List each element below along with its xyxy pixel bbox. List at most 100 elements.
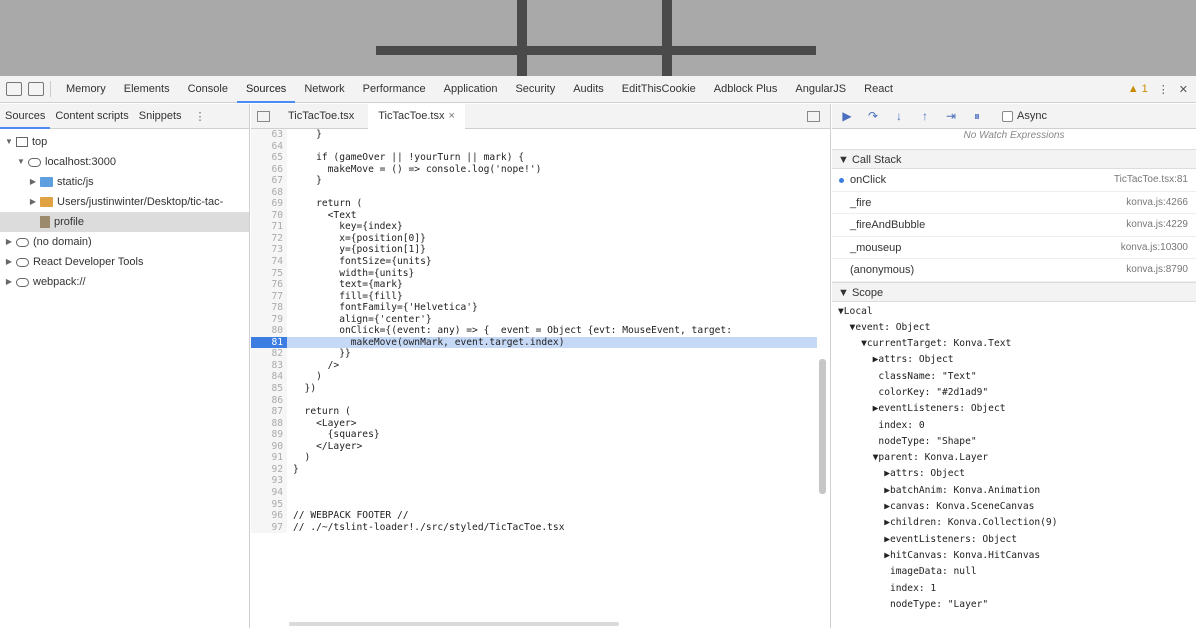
scope-entry[interactable]: ▶batchAnim: Konva.Animation [838, 483, 1196, 499]
scope-header[interactable]: ▼ Scope [832, 281, 1196, 302]
async-toggle[interactable]: Async [1002, 110, 1047, 122]
tree-item[interactable]: ▶ webpack:// [0, 272, 249, 292]
step-out-icon[interactable]: ↑ [918, 109, 932, 123]
close-tab-icon[interactable]: × [448, 110, 454, 122]
tab-console[interactable]: Console [179, 76, 237, 103]
scope-entry[interactable]: ▶eventListeners: Object [838, 401, 1196, 417]
scope-entry[interactable]: ▼event: Object [838, 320, 1196, 336]
line-number[interactable]: 82 [251, 348, 287, 360]
expand-triangle-icon[interactable]: ▶ [4, 232, 14, 252]
scope-entry[interactable]: ▶children: Konva.Collection(9) [838, 515, 1196, 531]
line-number[interactable]: 78 [251, 302, 287, 314]
frame-location-link[interactable]: konva.js:8790 [1126, 259, 1188, 281]
more-options-icon[interactable]: ⋮ [1158, 83, 1169, 96]
expand-triangle-icon[interactable]: ▶ [4, 252, 14, 272]
editor-scrollbar[interactable] [819, 359, 826, 494]
deactivate-breakpoints-icon[interactable]: ⇥ [944, 109, 958, 123]
tab-content-scripts[interactable]: Content scripts [50, 104, 133, 129]
scope-entry[interactable]: ▼Local [838, 304, 1196, 320]
line-number[interactable]: 65 [251, 152, 287, 164]
warning-count-badge[interactable]: ▲ 1 [1128, 83, 1148, 95]
toggle-debugger-icon[interactable] [807, 110, 820, 122]
line-number[interactable]: 74 [251, 256, 287, 268]
line-number[interactable]: 90 [251, 440, 287, 453]
line-number[interactable]: 77 [251, 290, 287, 303]
line-number[interactable]: 79 [251, 313, 287, 326]
line-number[interactable]: 66 [251, 163, 287, 176]
tab-sources[interactable]: Sources [0, 104, 51, 129]
editor-file-tab[interactable]: TicTacToe.tsx × [368, 103, 465, 129]
call-frame[interactable]: onClick TicTacToe.tsx:81 [832, 169, 1196, 192]
call-stack-header[interactable]: ▼ Call Stack [832, 149, 1196, 169]
expand-triangle-icon[interactable]: ▶ [28, 172, 38, 192]
scope-entry[interactable]: ▶attrs: Object [838, 352, 1196, 368]
tab-security[interactable]: Security [506, 76, 564, 103]
tree-item[interactable]: ▶ (no domain) [0, 232, 249, 252]
tab-memory[interactable]: Memory [57, 76, 115, 103]
line-number[interactable]: 71 [251, 221, 287, 233]
tree-item[interactable]: ▼ top [0, 132, 249, 152]
expand-triangle-icon[interactable]: ▼ [4, 132, 14, 152]
editor-file-tab[interactable]: TicTacToe.tsx [278, 104, 368, 129]
tab-application[interactable]: Application [435, 76, 507, 103]
code-view[interactable]: 63 } 64 65 if (gameOver || !yourTurn || ma… [251, 129, 817, 628]
scope-entry[interactable]: imageData: null [838, 564, 1196, 580]
expand-triangle-icon[interactable]: ▼ [16, 152, 26, 172]
scope-entry[interactable]: nodeType: "Shape" [838, 434, 1196, 450]
scope-entry[interactable]: className: "Text" [838, 369, 1196, 385]
resume-icon[interactable]: ▶︎ [840, 109, 854, 123]
line-number[interactable]: 76 [251, 279, 287, 291]
line-number[interactable]: 84 [251, 371, 287, 384]
line-number[interactable]: 63 [251, 129, 287, 141]
frame-location-link[interactable]: konva.js:4266 [1126, 192, 1188, 214]
scope-entry[interactable]: index: 0 [838, 418, 1196, 434]
frame-location-link[interactable]: TicTacToe.tsx:81 [1114, 169, 1188, 191]
line-number[interactable]: 91 [251, 452, 287, 464]
scope-entry[interactable]: ▼parent: Konva.Layer [838, 450, 1196, 466]
line-number[interactable]: 83 [251, 359, 287, 372]
line-number[interactable]: 80 [251, 325, 287, 337]
line-number[interactable]: 81 [251, 336, 287, 349]
line-number[interactable]: 87 [251, 406, 287, 418]
tab-audits[interactable]: Audits [564, 76, 613, 103]
scope-entry[interactable]: ▶eventListeners: Object [838, 532, 1196, 548]
scope-entry[interactable]: nodeType: "Layer" [838, 597, 1196, 613]
line-number[interactable]: 68 [251, 186, 287, 199]
frame-location-link[interactable]: konva.js:10300 [1121, 237, 1188, 259]
tab-network[interactable]: Network [295, 76, 353, 103]
scope-entry[interactable]: index: 1 [838, 581, 1196, 597]
step-over-icon[interactable]: ↷ [866, 109, 880, 123]
line-number[interactable]: 86 [251, 394, 287, 407]
line-number[interactable]: 73 [251, 244, 287, 257]
close-devtools-icon[interactable]: ✕ [1179, 83, 1188, 96]
line-number[interactable]: 96 [251, 510, 287, 522]
tab-editthiscookie[interactable]: EditThisCookie [613, 76, 705, 103]
tab-sources[interactable]: Sources [236, 76, 296, 103]
toggle-navigator-icon[interactable] [257, 110, 270, 122]
navigator-menu-icon[interactable]: ⋮ [195, 110, 206, 123]
line-number[interactable]: 94 [251, 486, 287, 499]
async-checkbox[interactable] [1002, 110, 1013, 122]
tab-angularjs[interactable]: AngularJS [786, 76, 855, 103]
line-number[interactable]: 88 [251, 417, 287, 430]
tab-adblock-plus[interactable]: Adblock Plus [705, 76, 787, 103]
expand-triangle-icon[interactable]: ▶ [4, 272, 14, 292]
line-number[interactable]: 93 [251, 475, 287, 487]
tree-item[interactable]: ▶ static/js [0, 172, 249, 192]
line-number[interactable]: 70 [251, 209, 287, 222]
tab-react[interactable]: React [855, 76, 902, 103]
tree-item[interactable]: ▼ localhost:3000 [0, 152, 249, 172]
scope-entry[interactable]: ▶canvas: Konva.SceneCanvas [838, 499, 1196, 515]
tab-elements[interactable]: Elements [115, 76, 179, 103]
pause-on-exceptions-icon[interactable]: ⏸ [970, 109, 984, 124]
line-number[interactable]: 72 [251, 232, 287, 245]
tree-item[interactable]: profile [0, 212, 249, 232]
inspect-element-icon[interactable] [6, 82, 22, 96]
line-number[interactable]: 97 [251, 521, 287, 534]
device-toolbar-icon[interactable] [28, 82, 44, 96]
expand-triangle-icon[interactable]: ▶ [28, 192, 38, 212]
line-number[interactable]: 92 [251, 463, 287, 476]
line-number[interactable]: 67 [251, 175, 287, 187]
call-frame[interactable]: _fire konva.js:4266 [832, 192, 1196, 214]
tree-item[interactable]: ▶ React Developer Tools [0, 252, 249, 272]
